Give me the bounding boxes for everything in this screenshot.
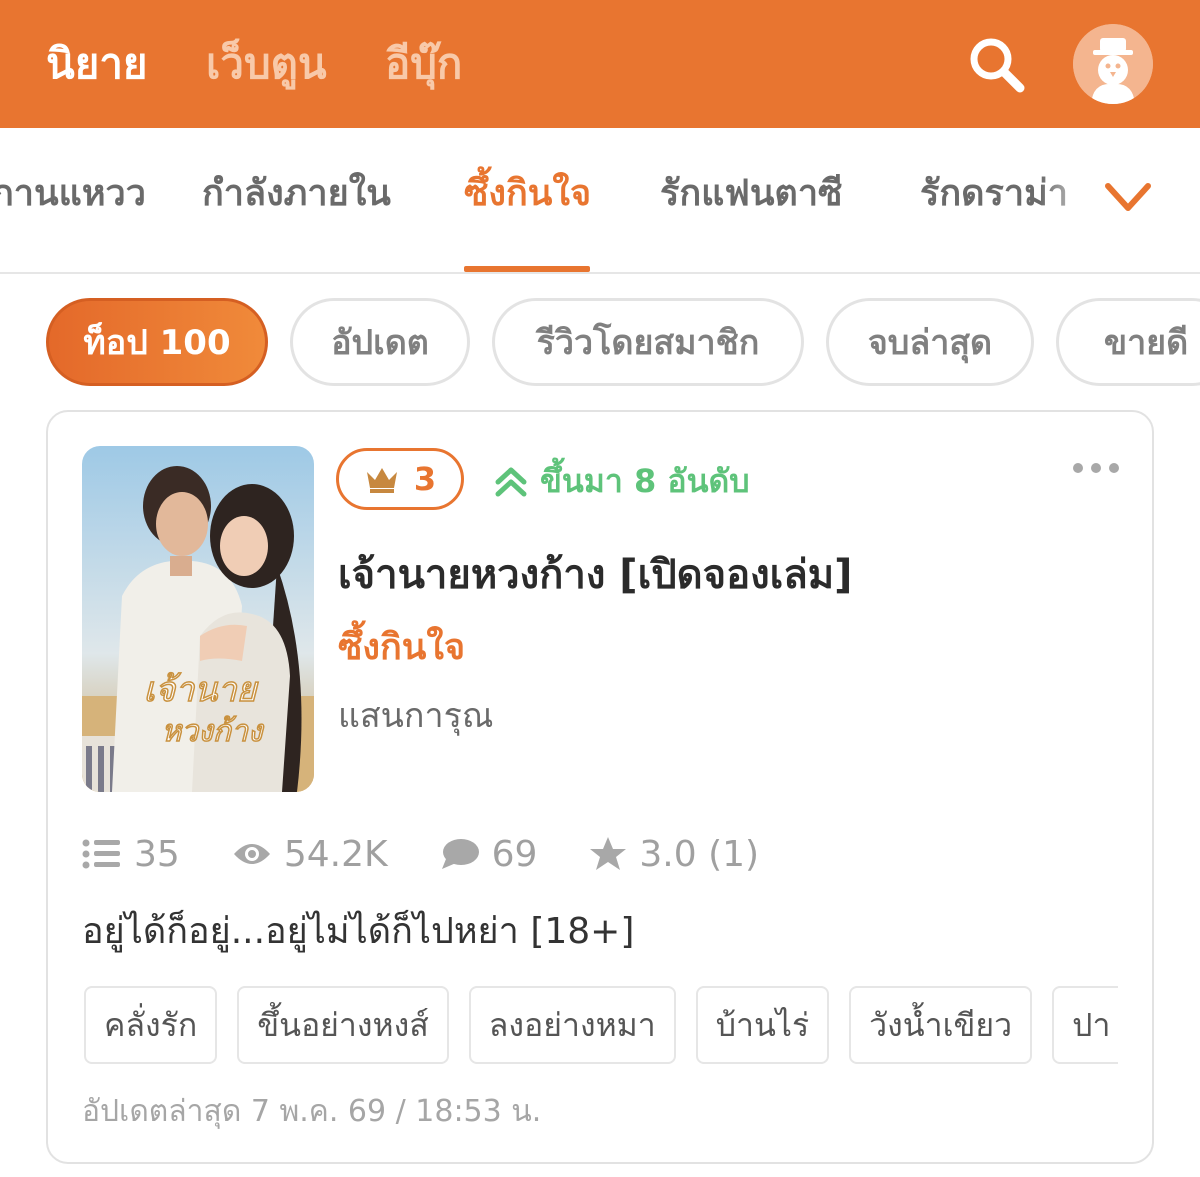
star-icon: [590, 837, 627, 870]
rank-badge: 3: [336, 448, 464, 510]
filter-member-review[interactable]: รีวิวโดยสมาชิก: [492, 298, 804, 386]
comments-count: 69: [491, 833, 538, 875]
crown-icon: [366, 468, 397, 493]
rank-number: 3: [413, 460, 437, 498]
top-tab-ebook[interactable]: อีบุ๊ก: [385, 36, 462, 92]
category-tab-1[interactable]: กานแหวว: [0, 168, 146, 220]
top-bar: นิยาย เว็บตูน อีบุ๊ก: [0, 0, 1200, 128]
avatar[interactable]: [1073, 24, 1153, 104]
stat-chapters: 35: [82, 834, 180, 875]
stat-views: 54.2K: [232, 834, 388, 875]
views-count: 54.2K: [283, 833, 388, 875]
category-tab-2[interactable]: กำลังภายใน: [202, 168, 391, 220]
stats-row: 35 54.2K 69 3.0 (1): [82, 828, 811, 880]
tag-item[interactable]: วังน้ำเขียว: [849, 986, 1033, 1064]
filter-update[interactable]: อัปเดต: [290, 298, 470, 386]
tag-item[interactable]: ปา: [1052, 986, 1118, 1064]
double-chevron-up-icon: [495, 467, 527, 496]
chevron-down-icon: [1105, 183, 1151, 211]
eye-icon: [233, 844, 270, 864]
novel-description: อยู่ได้ก็อยู่...อยู่ไม่ได้ก็ไปหย่า [18+]: [82, 911, 635, 952]
category-tab-4[interactable]: รักแฟนตาซี: [660, 168, 842, 220]
tag-list: คลั่งรัก ขึ้นอย่างหงส์ ลงอย่างหมา บ้านไร…: [84, 986, 1118, 1066]
category-tab-bar: กานแหวว กำลังภายใน ซึ้งกินใจ รักแฟนตาซี …: [0, 128, 1200, 274]
novel-card[interactable]: เจ้านาย หวงก้าง 3 ขึ้นมา 8 อันดับ เจ้านา…: [46, 410, 1154, 1164]
svg-text:เจ้านาย: เจ้านาย: [144, 670, 259, 710]
novel-title[interactable]: เจ้านายหวงก้าง [เปิดจองเล่ม]: [338, 542, 852, 606]
filter-latest-complete[interactable]: จบล่าสุด: [826, 298, 1034, 386]
novel-genre[interactable]: ซึ้งกินใจ: [338, 618, 465, 675]
list-icon: [82, 839, 120, 869]
cover-image[interactable]: เจ้านาย หวงก้าง: [82, 446, 314, 792]
stat-comments: 69: [440, 833, 538, 875]
tag-item[interactable]: ขึ้นอย่างหงส์: [237, 986, 449, 1064]
svg-text:หวงก้าง: หวงก้าง: [162, 714, 265, 749]
more-button[interactable]: [1072, 458, 1120, 478]
filter-bestseller[interactable]: ขายดี: [1056, 298, 1200, 386]
tag-item[interactable]: ลงอย่างหมา: [468, 986, 676, 1064]
avatar-icon: [1073, 24, 1153, 104]
category-tab-3-active[interactable]: ซึ้งกินใจ: [464, 168, 591, 220]
rank-change: ขึ้นมา 8 อันดับ: [494, 456, 750, 507]
search-button[interactable]: [964, 32, 1028, 96]
category-expand-button[interactable]: [1100, 176, 1156, 220]
chapters-count: 35: [134, 833, 180, 875]
tag-item[interactable]: บ้านไร่: [695, 986, 830, 1064]
last-updated: อัปเดตล่าสุด 7 พ.ค. 69 / 18:53 น.: [82, 1094, 542, 1129]
rating-value: 3.0 (1): [639, 833, 760, 875]
filter-top100[interactable]: ท็อป 100: [46, 298, 268, 386]
more-dots-icon: [1073, 463, 1119, 473]
top-tab-webtoon[interactable]: เว็บตูน: [206, 36, 327, 92]
top-tab-novel[interactable]: นิยาย: [46, 36, 148, 92]
search-icon: [970, 38, 1025, 93]
tag-item[interactable]: คลั่งรัก: [84, 986, 218, 1064]
novel-author[interactable]: แสนการุณ: [338, 688, 493, 742]
active-tab-underline: [464, 266, 590, 272]
rank-change-label: ขึ้นมา 8 อันดับ: [540, 462, 750, 500]
stat-rating: 3.0 (1): [589, 834, 759, 875]
comment-icon: [441, 839, 479, 869]
